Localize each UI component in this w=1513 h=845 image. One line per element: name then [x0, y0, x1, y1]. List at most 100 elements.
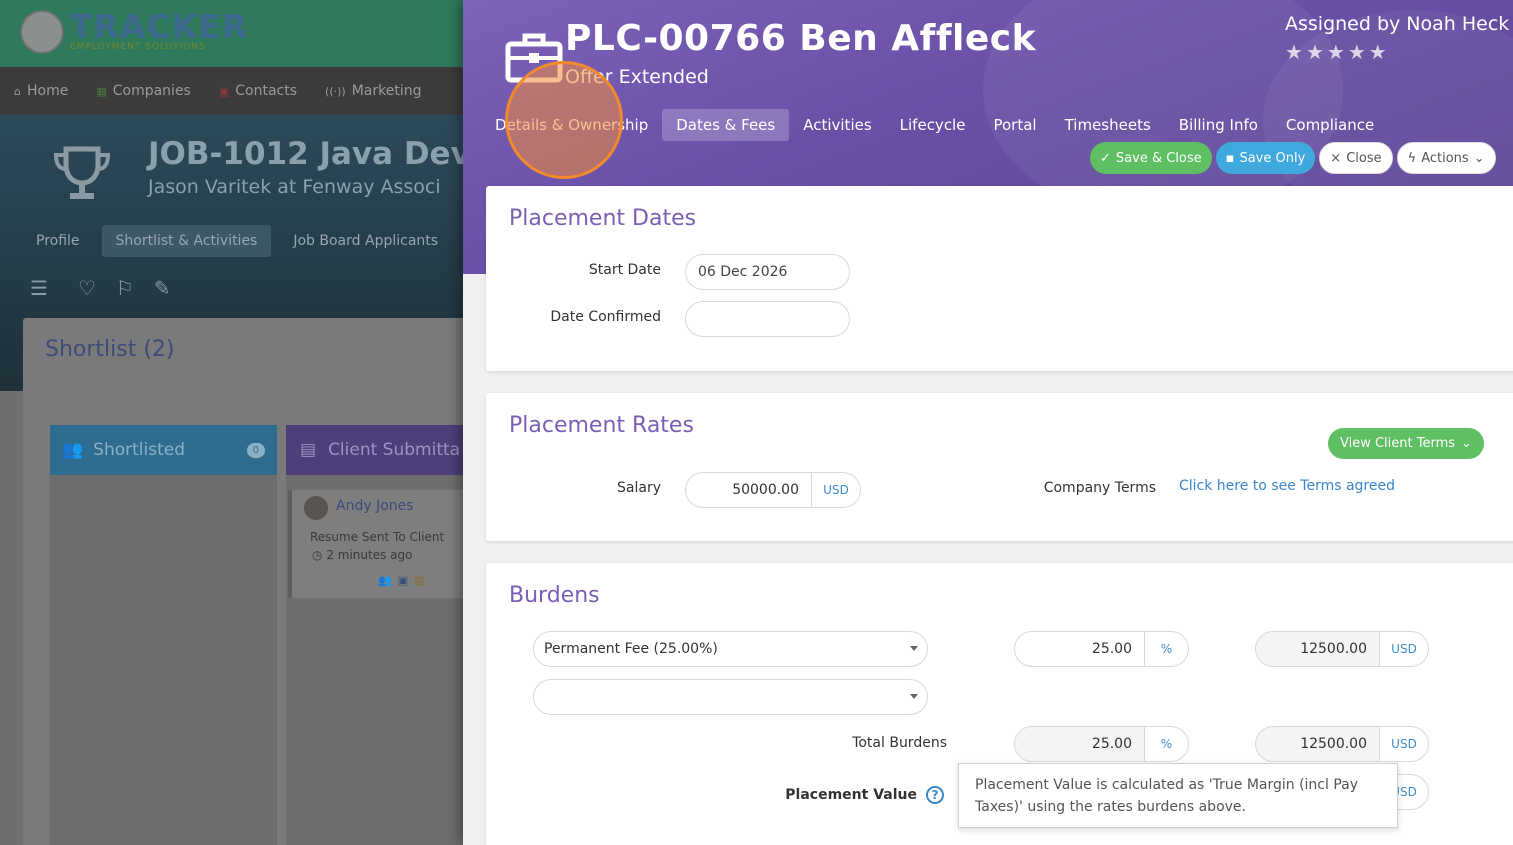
logo-name: TRACKER: [70, 7, 249, 46]
save-only-button[interactable]: ▪ Save Only: [1215, 142, 1316, 174]
nav-companies[interactable]: ▦ Companies: [96, 83, 191, 99]
client-submitted-column-header: ▤ Client Submitta: [286, 425, 486, 475]
trophy-icon: [50, 145, 114, 205]
total-burdens-amount-group: 12500.00 USD: [1255, 726, 1429, 762]
nav-companies-label: Companies: [112, 83, 191, 99]
total-burdens-currency: USD: [1380, 726, 1429, 762]
tab-portal[interactable]: Portal: [979, 109, 1050, 141]
broadcast-icon: ((·)): [325, 84, 346, 98]
close-button[interactable]: × Close: [1319, 142, 1393, 174]
contact-card-icon: ▣: [218, 84, 230, 98]
people-icon[interactable]: 👥: [378, 574, 392, 587]
star-icon[interactable]: ★: [1285, 40, 1303, 64]
tab-activities[interactable]: Activities: [789, 109, 885, 141]
burden-type-select-2[interactable]: [533, 679, 928, 715]
nav-home-label: Home: [26, 83, 69, 99]
placement-dates-card: Placement Dates Start Date 06 Dec 2026 D…: [486, 186, 1513, 371]
chevron-down-icon: ⌄: [1461, 436, 1472, 451]
placement-rates-card: Placement Rates Salary 50000.00 USD Comp…: [486, 393, 1513, 541]
pin-icon[interactable]: ✎: [154, 276, 171, 300]
document-icon: ▤: [300, 440, 317, 460]
star-icon[interactable]: ★: [1327, 40, 1345, 64]
nav-contacts-label: Contacts: [235, 83, 298, 99]
floppy-disk-icon: ▪: [1225, 150, 1235, 166]
assigned-by: Assigned by Noah Heck: [1285, 13, 1510, 35]
tab-compliance[interactable]: Compliance: [1272, 109, 1388, 141]
salary-label: Salary: [617, 480, 661, 496]
job-title: JOB-1012 Java Deve: [148, 136, 492, 172]
star-icon[interactable]: ★: [1369, 40, 1387, 64]
dropdown-caret-icon: [910, 646, 918, 651]
star-rating[interactable]: ★ ★ ★ ★ ★: [1285, 40, 1387, 64]
nav-contacts[interactable]: ▣ Contacts: [219, 83, 297, 99]
nav-home[interactable]: ⌂ Home: [14, 83, 68, 99]
placement-value-label: Placement Value: [785, 787, 917, 803]
logo[interactable]: TRACKER EMPLOYMENT SOLUTIONS: [20, 10, 248, 54]
tab-dates-fees[interactable]: Dates & Fees: [662, 109, 790, 141]
candidate-card[interactable]: Andy Jones Resume Sent To Client ◷ 2 min…: [288, 490, 468, 598]
placement-value-tooltip: Placement Value is calculated as 'True M…: [958, 763, 1398, 828]
candidate-name[interactable]: Andy Jones: [336, 498, 414, 514]
client-submitted-column-label: Client Submitta: [328, 440, 461, 460]
shortlist-title: Shortlist (2): [45, 337, 175, 362]
total-burdens-label: Total Burdens: [852, 735, 947, 751]
tab-job-board-applicants[interactable]: Job Board Applicants: [279, 225, 452, 257]
clock-icon: ◷: [312, 548, 323, 562]
star-icon[interactable]: ★: [1348, 40, 1366, 64]
salary-currency: USD: [812, 472, 861, 508]
tab-shortlist-activities[interactable]: Shortlist & Activities: [101, 225, 272, 257]
chevron-down-icon: ⌄: [1473, 150, 1485, 166]
shortlisted-column-label: Shortlisted: [93, 440, 186, 460]
home-icon: ⌂: [14, 84, 21, 98]
nav-marketing-label: Marketing: [351, 83, 422, 99]
tab-timesheets[interactable]: Timesheets: [1051, 109, 1165, 141]
date-confirmed-input[interactable]: [685, 301, 850, 337]
total-burdens-percent-group: 25.00 %: [1014, 726, 1189, 762]
close-icon: ×: [1330, 150, 1342, 166]
start-date-label: Start Date: [588, 262, 661, 278]
collapse-menu-icon[interactable]: ☰: [30, 276, 48, 300]
flag-icon[interactable]: ⚐: [116, 276, 134, 300]
shortlisted-column-header: 👥 Shortlisted 0: [50, 425, 277, 475]
total-burdens-percent-unit: %: [1145, 726, 1189, 762]
burden-amount-group: 12500.00 USD: [1255, 631, 1429, 667]
burdens-title: Burdens: [509, 583, 600, 608]
salary-input[interactable]: 50000.00: [685, 472, 812, 508]
burden-percent-group: 25.00 %: [1014, 631, 1189, 667]
actions-dropdown-button[interactable]: ϟ Actions ⌄: [1396, 142, 1496, 174]
help-icon[interactable]: ?: [926, 786, 944, 804]
burden-amount-input: 12500.00: [1255, 631, 1380, 667]
company-terms-link[interactable]: Click here to see Terms agreed: [1179, 478, 1395, 494]
save-close-button[interactable]: ✓ Save & Close: [1090, 142, 1212, 174]
burden-percent-unit: %: [1145, 631, 1189, 667]
burden-type-select[interactable]: Permanent Fee (25.00%): [533, 631, 928, 667]
close-label: Close: [1346, 150, 1382, 166]
date-confirmed-label: Date Confirmed: [550, 309, 661, 325]
star-icon[interactable]: ★: [1306, 40, 1324, 64]
start-date-input[interactable]: 06 Dec 2026: [685, 254, 850, 290]
building-icon: ▦: [96, 84, 107, 98]
candidate-card-actions: 👥 ▣ ▥: [378, 574, 425, 587]
burden-percent-input[interactable]: 25.00: [1014, 631, 1145, 667]
total-burdens-amount: 12500.00: [1255, 726, 1380, 762]
save-close-label: Save & Close: [1115, 150, 1202, 166]
placement-rates-title: Placement Rates: [509, 413, 694, 438]
shortlisted-count-badge: 0: [246, 442, 265, 458]
heart-icon[interactable]: ♡: [78, 276, 96, 300]
view-client-terms-button[interactable]: View Client Terms ⌄: [1328, 428, 1484, 459]
candidate-time-label: 2 minutes ago: [326, 548, 413, 562]
briefcase-icon[interactable]: ▥: [414, 574, 424, 587]
placement-actions: ✓ Save & Close ▪ Save Only × Close ϟ Act…: [1090, 142, 1496, 174]
click-highlight: [505, 61, 623, 179]
logo-tagline: EMPLOYMENT SOLUTIONS: [70, 42, 206, 52]
tab-lifecycle[interactable]: Lifecycle: [886, 109, 980, 141]
job-tabs: Profile Shortlist & Activities Job Board…: [22, 225, 452, 257]
avatar: [304, 496, 328, 520]
id-card-icon[interactable]: ▣: [398, 574, 408, 587]
view-client-terms-label: View Client Terms: [1340, 436, 1456, 451]
job-toolbar: ☰ ♡ ⚐ ✎: [30, 276, 171, 300]
tab-billing-info[interactable]: Billing Info: [1165, 109, 1272, 141]
nav-marketing[interactable]: ((·)) Marketing: [325, 83, 421, 99]
job-subtitle: Jason Varitek at Fenway Associ: [148, 176, 441, 198]
tab-profile[interactable]: Profile: [22, 225, 94, 257]
